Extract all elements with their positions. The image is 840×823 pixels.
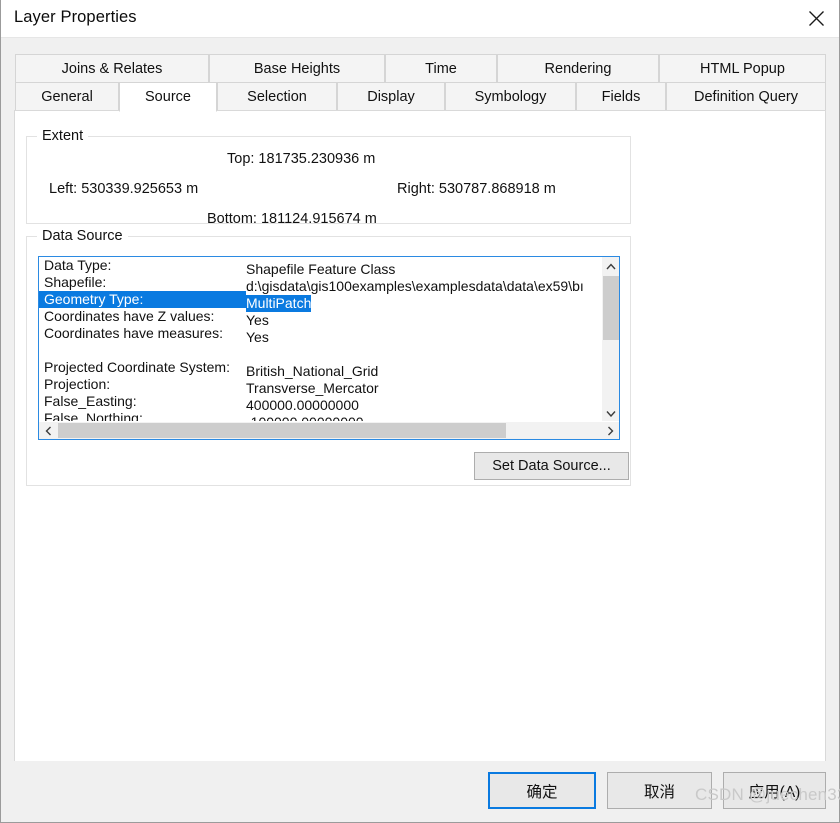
data-source-group: Data Source Data Type: Shapefile Feature … <box>26 228 631 486</box>
list-item-key: Geometry Type: <box>39 291 246 308</box>
data-source-listbox[interactable]: Data Type: Shapefile Feature Class Shapefi… <box>38 256 620 440</box>
list-item[interactable]: Projection: Transverse_Mercator <box>39 376 602 396</box>
tab-joins-and-relates[interactable]: Joins & Relates <box>15 54 209 83</box>
tab-source[interactable]: Source <box>119 82 217 112</box>
chevron-down-icon[interactable] <box>602 404 619 422</box>
extent-top-value: Top: 181735.230936 m <box>227 151 376 167</box>
extent-group: Extent Top: 181735.230936 m Left: 530339… <box>26 128 631 227</box>
tab-base-heights[interactable]: Base Heights <box>209 54 385 83</box>
chevron-right-icon[interactable] <box>601 422 619 439</box>
extent-bottom-value: Bottom: 181124.915674 m <box>207 211 377 227</box>
chevron-up-icon[interactable] <box>602 257 619 275</box>
list-item-key: Projection: <box>44 376 111 392</box>
vertical-scrollbar[interactable] <box>601 257 619 422</box>
list-item[interactable]: Coordinates have Z values: Yes <box>39 308 602 328</box>
list-item-key: Shapefile: <box>44 274 107 290</box>
vertical-scrollbar-thumb[interactable] <box>603 276 619 340</box>
list-item-key: Data Type: <box>44 257 112 273</box>
cancel-button[interactable]: 取消 <box>607 772 712 809</box>
source-tab-panel: Extent Top: 181735.230936 m Left: 530339… <box>14 110 826 762</box>
list-item[interactable]: False_Easting: 400000.00000000 <box>39 393 602 413</box>
chevron-left-icon[interactable] <box>39 422 57 439</box>
tab-fields[interactable]: Fields <box>576 82 666 111</box>
list-item-key: Projected Coordinate System: <box>44 359 230 375</box>
horizontal-scrollbar[interactable] <box>39 421 619 439</box>
list-item-key: Coordinates have measures: <box>44 325 223 341</box>
list-item-key: Coordinates have Z values: <box>44 308 215 324</box>
tab-definition-query[interactable]: Definition Query <box>666 82 826 111</box>
dialog-footer: 确定 取消 应用(A) <box>1 761 839 822</box>
list-item-key: False_Easting: <box>44 393 137 409</box>
ok-button[interactable]: 确定 <box>488 772 596 809</box>
page-title: Layer Properties <box>14 8 137 26</box>
list-item[interactable]: Projected Coordinate System: British_Nati… <box>39 359 602 379</box>
horizontal-scrollbar-thumb[interactable] <box>58 423 506 438</box>
tab-general[interactable]: General <box>15 82 119 111</box>
tab-selection[interactable]: Selection <box>217 82 337 111</box>
list-item[interactable]: Coordinates have measures: Yes <box>39 325 602 345</box>
list-item[interactable]: Data Type: Shapefile Feature Class <box>39 257 602 277</box>
apply-button[interactable]: 应用(A) <box>723 772 826 809</box>
tab-strip: Joins & Relates Base Heights Time Render… <box>1 38 839 112</box>
data-source-list: Data Type: Shapefile Feature Class Shapefi… <box>39 257 602 422</box>
extent-right-value: Right: 530787.868918 m <box>397 181 556 197</box>
tab-html-popup[interactable]: HTML Popup <box>659 54 826 83</box>
list-item[interactable]: Geometry Type: MultiPatch <box>39 291 602 312</box>
tab-symbology[interactable]: Symbology <box>445 82 576 111</box>
extent-left-value: Left: 530339.925653 m <box>49 181 199 197</box>
list-item[interactable]: Shapefile: d:\gisdata\gis100examples\exam… <box>39 274 602 294</box>
tab-display[interactable]: Display <box>337 82 445 111</box>
list-item-spacer[interactable] <box>39 342 602 359</box>
data-source-group-label: Data Source <box>37 228 128 244</box>
set-data-source-button[interactable]: Set Data Source... <box>474 452 629 480</box>
layer-properties-dialog: Layer Properties Joins & Relates Base He… <box>0 0 840 823</box>
tab-time[interactable]: Time <box>385 54 497 83</box>
title-bar: Layer Properties <box>1 0 839 38</box>
close-icon[interactable] <box>793 0 839 37</box>
extent-group-label: Extent <box>37 128 89 144</box>
tab-rendering[interactable]: Rendering <box>497 54 659 83</box>
